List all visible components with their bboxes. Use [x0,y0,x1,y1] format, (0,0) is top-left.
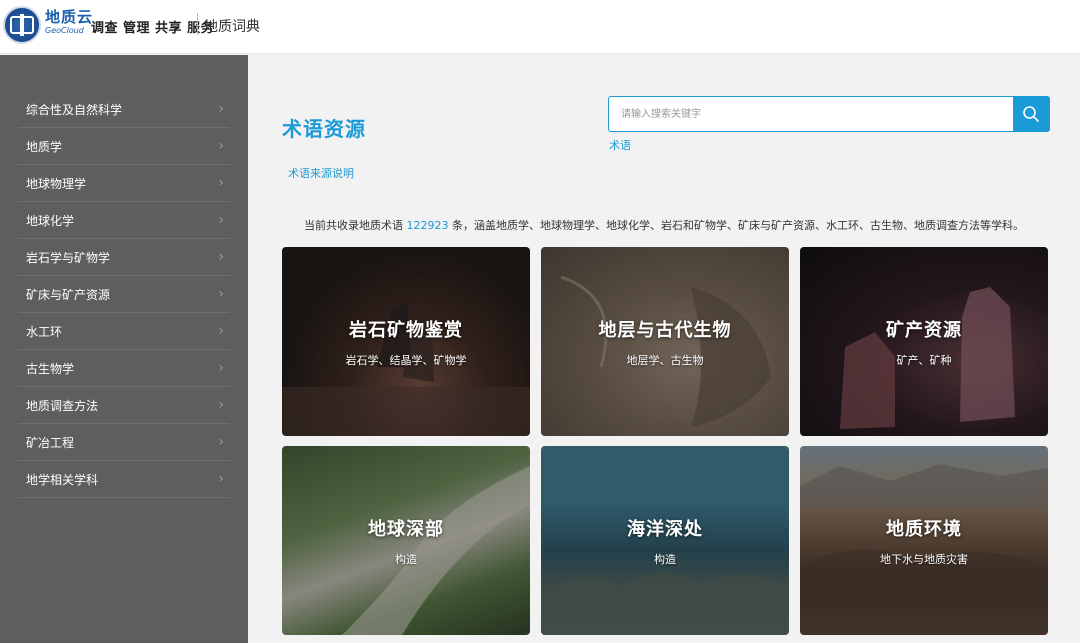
card-title: 海洋深处 [627,518,703,540]
chevron-right-icon: › [218,212,224,228]
sidebar-item-label: 岩石学与矿物学 [26,250,111,265]
brand-name: 地质云 [45,8,94,26]
card-subtitle: 矿产、矿种 [896,353,952,367]
page-title: 术语资源 [282,117,366,141]
card-subtitle: 岩石学、结晶学、矿物学 [345,353,467,367]
term-count: 122923 [406,219,449,232]
sidebar-item-petrology[interactable]: 岩石学与矿物学 › [18,239,230,276]
sidebar-item-paleontology[interactable]: 古生物学 › [18,350,230,387]
card-title: 地球深部 [368,518,444,540]
sidebar-item-comprehensive[interactable]: 综合性及自然科学 › [18,91,230,128]
card-overlay [282,446,530,635]
sidebar-item-label: 古生物学 [26,361,75,376]
card-mineral-resources[interactable]: 矿产资源 矿产、矿种 [800,247,1048,436]
nav-divider [197,13,198,35]
sidebar-item-geochemistry[interactable]: 地球化学 › [18,202,230,239]
sidebar-item-label: 地质调查方法 [26,398,99,413]
sidebar-item-related-disciplines[interactable]: 地学相关学科 › [18,461,230,498]
sidebar-item-label: 综合性及自然科学 [26,102,123,117]
brand-logo[interactable]: 地质云 GeoCloud [45,10,93,35]
chevron-right-icon: › [218,101,224,117]
card-title: 岩石矿物鉴赏 [349,319,463,341]
card-subtitle: 构造 [395,552,417,566]
sidebar-item-geology[interactable]: 地质学 › [18,128,230,165]
chevron-right-icon: › [218,286,224,302]
card-deep-ocean[interactable]: 海洋深处 构造 [541,446,789,635]
card-subtitle: 地层学、古生物 [626,353,704,367]
search-tag-term[interactable]: 术语 [609,137,631,153]
sidebar-item-mineral-deposits[interactable]: 矿床与矿产资源 › [18,276,230,313]
chevron-right-icon: › [218,249,224,265]
nav-main-menu[interactable]: 调查 管理 共享 服务 [91,17,214,36]
category-sidebar: 综合性及自然科学 › 地质学 › 地球物理学 › 地球化学 › 岩石学与矿物学 › 矿床与… [0,55,248,643]
sidebar-item-label: 地球物理学 [26,176,87,191]
chevron-right-icon: › [218,175,224,191]
card-geo-environment[interactable]: 地质环境 地下水与地质灾害 [800,446,1048,635]
brand-sub: GeoCloud [45,26,84,35]
search-box [608,96,1050,132]
card-strata-paleo[interactable]: 地层与古代生物 地层学、古生物 [541,247,789,436]
term-source-link[interactable]: 术语来源说明 [288,165,354,181]
chevron-right-icon: › [218,138,224,154]
card-overlay [541,446,789,635]
sidebar-item-label: 地质学 [26,139,63,154]
main-content: 术语资源 术语来源说明 术语 当前共收录地质术语 122923 条，涵盖地质学、… [248,55,1080,643]
card-title: 地质环境 [886,518,962,540]
card-overlay [282,247,530,436]
sidebar-item-hydro-engineering-env[interactable]: 水工环 › [18,313,230,350]
chevron-right-icon: › [218,360,224,376]
chevron-right-icon: › [218,471,224,487]
sidebar-item-geophysics[interactable]: 地球物理学 › [18,165,230,202]
nav-geo-dictionary[interactable]: 地质词典 [204,16,260,36]
sidebar-item-label: 地球化学 [26,213,75,228]
card-subtitle: 地下水与地质灾害 [880,552,968,566]
card-overlay [541,247,789,436]
card-rock-mineral[interactable]: 岩石矿物鉴赏 岩石学、结晶学、矿物学 [282,247,530,436]
summary-suffix: 条，涵盖地质学、地球物理学、地球化学、岩石和矿物学、矿床与矿产资源、水工环、古生… [448,219,1024,232]
chevron-right-icon: › [218,434,224,450]
sidebar-item-label: 地学相关学科 [26,472,99,487]
chevron-right-icon: › [218,397,224,413]
card-title: 矿产资源 [886,319,962,341]
sidebar-item-survey-methods[interactable]: 地质调查方法 › [18,387,230,424]
sidebar-item-label: 矿冶工程 [26,435,75,450]
card-subtitle: 构造 [654,552,676,566]
sidebar-item-label: 矿床与矿产资源 [26,287,111,302]
search-icon [1023,106,1039,122]
card-overlay [800,446,1048,635]
top-header: 地质云 GeoCloud 调查 管理 共享 服务 地质词典 [0,0,1080,54]
card-overlay [800,247,1048,436]
geocloud-emblem-icon[interactable] [3,6,41,44]
sidebar-list: 综合性及自然科学 › 地质学 › 地球物理学 › 地球化学 › 岩石学与矿物学 › 矿床与… [18,91,230,498]
search-button[interactable] [1013,97,1049,131]
search-input[interactable] [609,97,1013,131]
sidebar-item-label: 水工环 [26,324,63,339]
card-title: 地层与古代生物 [598,319,732,341]
card-deep-earth[interactable]: 地球深部 构造 [282,446,530,635]
summary-text: 当前共收录地质术语 122923 条，涵盖地质学、地球物理学、地球化学、岩石和矿… [304,217,1024,233]
chevron-right-icon: › [218,323,224,339]
sidebar-item-mining-metallurgy[interactable]: 矿冶工程 › [18,424,230,461]
summary-prefix: 当前共收录地质术语 [304,219,407,232]
